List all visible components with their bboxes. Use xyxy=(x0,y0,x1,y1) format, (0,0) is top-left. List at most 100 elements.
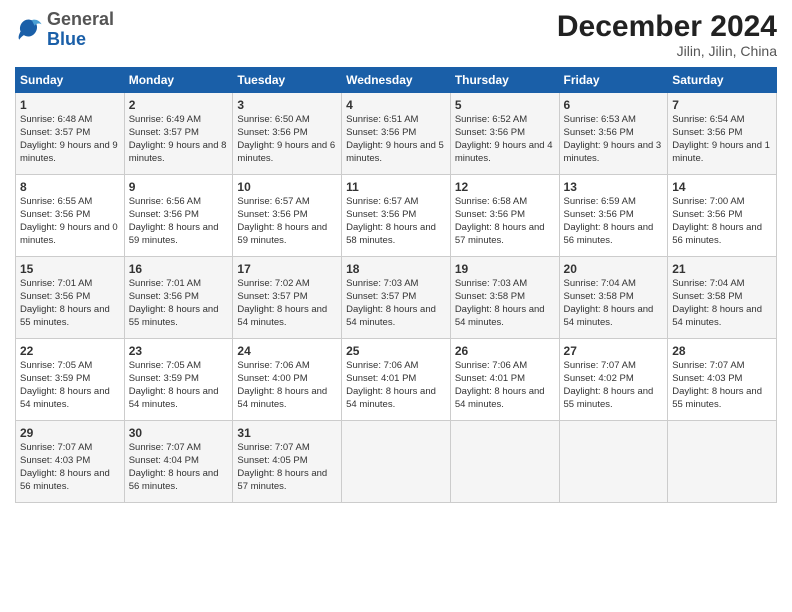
day-number: 11 xyxy=(346,179,446,195)
day-number: 21 xyxy=(672,261,772,277)
day-info: Sunrise: 6:57 AM xyxy=(346,196,446,209)
day-info: Sunrise: 7:03 AM xyxy=(455,278,555,291)
month-title: December 2024 xyxy=(557,10,777,43)
day-info: Sunrise: 7:04 AM xyxy=(564,278,664,291)
day-info: Sunset: 3:58 PM xyxy=(672,291,772,304)
day-number: 13 xyxy=(564,179,664,195)
title-area: December 2024 Jilin, Jilin, China xyxy=(557,10,777,59)
day-info: Sunrise: 7:03 AM xyxy=(346,278,446,291)
day-cell: 30Sunrise: 7:07 AMSunset: 4:04 PMDayligh… xyxy=(124,421,233,503)
day-info: Sunrise: 7:02 AM xyxy=(237,278,337,291)
day-info: Sunset: 3:59 PM xyxy=(20,373,120,386)
day-info: Daylight: 8 hours and 54 minutes. xyxy=(455,304,555,330)
week-row-3: 15Sunrise: 7:01 AMSunset: 3:56 PMDayligh… xyxy=(16,257,777,339)
day-info: Daylight: 8 hours and 54 minutes. xyxy=(346,304,446,330)
day-info: Daylight: 8 hours and 56 minutes. xyxy=(129,468,229,494)
day-number: 3 xyxy=(237,97,337,113)
day-number: 8 xyxy=(20,179,120,195)
day-cell: 24Sunrise: 7:06 AMSunset: 4:00 PMDayligh… xyxy=(233,339,342,421)
logo-blue-text: Blue xyxy=(47,29,86,49)
day-info: Sunrise: 7:06 AM xyxy=(455,360,555,373)
day-info: Sunset: 3:56 PM xyxy=(672,209,772,222)
day-info: Sunrise: 7:07 AM xyxy=(237,442,337,455)
day-info: Sunrise: 6:52 AM xyxy=(455,114,555,127)
day-info: Daylight: 8 hours and 56 minutes. xyxy=(564,222,664,248)
header: General Blue December 2024 Jilin, Jilin,… xyxy=(15,10,777,59)
col-header-thursday: Thursday xyxy=(450,68,559,93)
day-info: Sunset: 4:01 PM xyxy=(346,373,446,386)
day-number: 30 xyxy=(129,425,229,441)
day-info: Daylight: 8 hours and 54 minutes. xyxy=(346,386,446,412)
col-header-tuesday: Tuesday xyxy=(233,68,342,93)
day-info: Daylight: 8 hours and 59 minutes. xyxy=(129,222,229,248)
day-cell xyxy=(668,421,777,503)
day-number: 25 xyxy=(346,343,446,359)
day-info: Sunrise: 7:05 AM xyxy=(20,360,120,373)
day-info: Daylight: 8 hours and 54 minutes. xyxy=(564,304,664,330)
day-info: Daylight: 8 hours and 56 minutes. xyxy=(672,222,772,248)
day-number: 23 xyxy=(129,343,229,359)
day-info: Daylight: 8 hours and 55 minutes. xyxy=(672,386,772,412)
day-number: 22 xyxy=(20,343,120,359)
day-info: Daylight: 8 hours and 54 minutes. xyxy=(237,386,337,412)
col-header-saturday: Saturday xyxy=(668,68,777,93)
day-cell: 6Sunrise: 6:53 AMSunset: 3:56 PMDaylight… xyxy=(559,93,668,175)
logo-text: General Blue xyxy=(47,10,114,50)
day-cell: 13Sunrise: 6:59 AMSunset: 3:56 PMDayligh… xyxy=(559,175,668,257)
day-info: Sunrise: 7:07 AM xyxy=(564,360,664,373)
page: General Blue December 2024 Jilin, Jilin,… xyxy=(0,0,792,513)
day-number: 17 xyxy=(237,261,337,277)
day-info: Daylight: 9 hours and 9 minutes. xyxy=(20,140,120,166)
day-info: Sunset: 3:56 PM xyxy=(346,127,446,140)
day-cell: 15Sunrise: 7:01 AMSunset: 3:56 PMDayligh… xyxy=(16,257,125,339)
day-info: Sunset: 4:04 PM xyxy=(129,455,229,468)
day-cell: 10Sunrise: 6:57 AMSunset: 3:56 PMDayligh… xyxy=(233,175,342,257)
day-number: 4 xyxy=(346,97,446,113)
day-info: Sunset: 3:58 PM xyxy=(564,291,664,304)
day-info: Sunset: 3:56 PM xyxy=(20,209,120,222)
day-cell xyxy=(342,421,451,503)
day-info: Daylight: 9 hours and 4 minutes. xyxy=(455,140,555,166)
logo-general-text: General xyxy=(47,9,114,29)
day-info: Sunset: 3:56 PM xyxy=(564,209,664,222)
day-cell: 25Sunrise: 7:06 AMSunset: 4:01 PMDayligh… xyxy=(342,339,451,421)
day-number: 19 xyxy=(455,261,555,277)
day-info: Sunset: 3:57 PM xyxy=(129,127,229,140)
location: Jilin, Jilin, China xyxy=(557,43,777,59)
day-number: 10 xyxy=(237,179,337,195)
day-number: 15 xyxy=(20,261,120,277)
day-number: 24 xyxy=(237,343,337,359)
day-info: Daylight: 9 hours and 3 minutes. xyxy=(564,140,664,166)
day-info: Sunset: 3:56 PM xyxy=(455,127,555,140)
day-cell: 2Sunrise: 6:49 AMSunset: 3:57 PMDaylight… xyxy=(124,93,233,175)
day-info: Sunrise: 6:57 AM xyxy=(237,196,337,209)
day-cell: 8Sunrise: 6:55 AMSunset: 3:56 PMDaylight… xyxy=(16,175,125,257)
day-info: Sunset: 3:56 PM xyxy=(564,127,664,140)
day-info: Sunset: 3:56 PM xyxy=(237,209,337,222)
day-info: Daylight: 8 hours and 55 minutes. xyxy=(129,304,229,330)
day-cell: 17Sunrise: 7:02 AMSunset: 3:57 PMDayligh… xyxy=(233,257,342,339)
day-info: Daylight: 8 hours and 56 minutes. xyxy=(20,468,120,494)
day-info: Sunset: 3:58 PM xyxy=(455,291,555,304)
week-row-5: 29Sunrise: 7:07 AMSunset: 4:03 PMDayligh… xyxy=(16,421,777,503)
day-info: Sunset: 3:57 PM xyxy=(237,291,337,304)
day-info: Sunset: 3:56 PM xyxy=(455,209,555,222)
day-cell xyxy=(559,421,668,503)
day-number: 6 xyxy=(564,97,664,113)
day-cell: 14Sunrise: 7:00 AMSunset: 3:56 PMDayligh… xyxy=(668,175,777,257)
day-info: Sunset: 3:56 PM xyxy=(237,127,337,140)
day-info: Sunset: 4:05 PM xyxy=(237,455,337,468)
day-number: 20 xyxy=(564,261,664,277)
day-cell: 28Sunrise: 7:07 AMSunset: 4:03 PMDayligh… xyxy=(668,339,777,421)
day-info: Sunset: 4:00 PM xyxy=(237,373,337,386)
day-info: Daylight: 8 hours and 59 minutes. xyxy=(237,222,337,248)
day-info: Sunset: 3:56 PM xyxy=(129,209,229,222)
day-cell: 18Sunrise: 7:03 AMSunset: 3:57 PMDayligh… xyxy=(342,257,451,339)
day-info: Sunset: 4:01 PM xyxy=(455,373,555,386)
day-info: Sunrise: 7:07 AM xyxy=(20,442,120,455)
day-number: 5 xyxy=(455,97,555,113)
day-info: Sunset: 4:03 PM xyxy=(672,373,772,386)
day-cell: 21Sunrise: 7:04 AMSunset: 3:58 PMDayligh… xyxy=(668,257,777,339)
day-cell: 3Sunrise: 6:50 AMSunset: 3:56 PMDaylight… xyxy=(233,93,342,175)
day-cell: 26Sunrise: 7:06 AMSunset: 4:01 PMDayligh… xyxy=(450,339,559,421)
